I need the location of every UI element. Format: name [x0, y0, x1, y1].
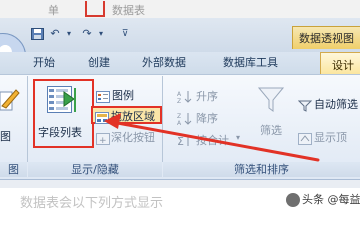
watermark-logo-icon [286, 193, 300, 207]
app-screenshot: 单 数据表 ↶ ▾ ↷ ▾ ⊽ 数据透视图 开始 创建 外部数据 数据库工具 设… [0, 0, 360, 210]
watermark: 头条 @每益生君 [286, 191, 360, 207]
blurred-footer-text: 数据表会以下列方式显示 [20, 196, 164, 210]
annotation-arrow [104, 113, 320, 162]
